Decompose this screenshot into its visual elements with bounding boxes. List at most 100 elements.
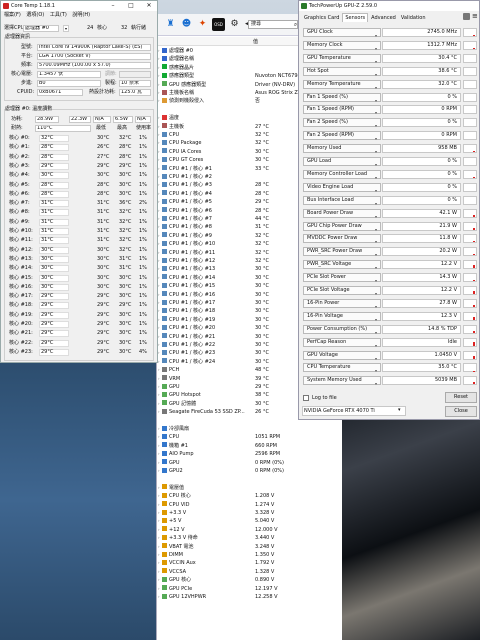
sensor-row[interactable]: › CPU VID 1.274 V [158,501,340,509]
sensor-row[interactable]: › GPU 0 RPM (0%) [158,459,340,467]
chevron-down-icon[interactable]: ▾ [375,83,377,93]
menu-options[interactable]: 選項(O) [26,12,44,18]
sensor-row[interactable]: › 機箱 #1 660 RPM [158,442,340,450]
gpuz-sensor-name[interactable]: PWR_SRC Voltage [303,260,381,270]
chevron-down-icon[interactable]: ▾ [375,328,377,338]
menu-file[interactable]: 檔案(F) [4,12,21,18]
cpu-select[interactable]: 處理器 #0 [23,25,59,32]
sensor-row[interactable]: › +3.3 V 3.328 V [158,509,340,517]
sensor-row[interactable]: › AIO Pump 2596 RPM [158,450,340,458]
sensor-row[interactable] [158,475,340,483]
gpuz-sensor-name[interactable]: Memory Temperature [303,79,381,89]
sensor-row[interactable]: › 電壓值 [158,484,340,492]
tab-validation[interactable]: Validation [399,14,428,22]
sensor-row[interactable]: › CPU 核心 1.208 V [158,492,340,500]
close-icon[interactable]: ✕ [141,1,157,11]
sensor-row[interactable]: › +12 V 12.000 V [158,526,340,534]
chevron-down-icon[interactable]: ▾ [375,379,377,389]
gpuz-sensor-name[interactable]: Fan 1 Speed (%) [303,92,381,102]
reset-button[interactable]: Reset [445,392,477,403]
chevron-down-icon[interactable]: ▾ [375,289,377,299]
gpuz-sensor-name[interactable]: Memory Used [303,144,381,154]
chevron-down-icon[interactable]: ▾ [375,199,377,209]
gpuz-sensor-name[interactable]: Board Power Draw [303,208,381,218]
gpuz-sensor-name[interactable]: System Memory Used [303,376,381,386]
maximize-icon[interactable]: □ [123,1,139,11]
chevron-down-icon[interactable]: ▾ [375,302,377,312]
gear-icon[interactable]: ⚙ [228,18,241,31]
chevron-down-icon[interactable]: ▾ [375,212,377,222]
chevron-down-icon[interactable]: ▾ [375,341,377,351]
menu-help[interactable]: 說明(H) [72,12,90,18]
chevron-down-icon[interactable]: ▾ [398,407,401,413]
log-to-file-checkbox[interactable] [303,395,309,401]
gpuz-sensor-name[interactable]: Memory Controller Load [303,169,381,179]
gpuz-sensor-name[interactable]: GPU Load [303,157,381,166]
sensor-row[interactable]: › VBAT 電池 3.248 V [158,543,340,551]
minimize-icon[interactable]: – [105,1,121,11]
gpuz-sensor-name[interactable]: PerfCap Reason [303,337,381,347]
chevron-down-icon[interactable]: ▾ [375,276,377,286]
tab-graphics-card[interactable]: Graphics Card [302,14,341,22]
menu-tools[interactable]: 工具(T) [50,12,67,18]
gpu-select[interactable]: NVIDIA GeForce RTX 4070 Ti [302,406,406,416]
chevron-down-icon[interactable]: ▾ [375,173,377,183]
chevron-down-icon[interactable]: ▾ [375,31,377,41]
chevron-down-icon[interactable]: ▾ [375,225,377,235]
chevron-down-icon[interactable]: ▾ [375,44,377,54]
osd-icon[interactable]: OSD [212,18,225,31]
gpuz-sensor-name[interactable]: PCIe Slot Voltage [303,286,381,295]
chevron-down-icon[interactable]: ▾ [375,366,377,376]
chevron-down-icon[interactable]: ▾ [375,121,377,131]
tab-sensors[interactable]: Sensors [342,13,369,22]
chevron-down-icon[interactable]: ▾ [375,70,377,80]
gpuz-sensor-name[interactable]: GPU Chip Power Draw [303,221,381,231]
gpuz-sensor-name[interactable]: PWR_SRC Power Draw [303,247,381,257]
chevron-down-icon[interactable]: ▾ [375,186,377,196]
gpuz-sensor-name[interactable]: Video Engine Load [303,182,381,192]
chevron-down-icon[interactable]: ▾ [375,108,377,118]
gpuz-sensor-name[interactable]: Fan 2 Speed (%) [303,118,381,128]
sensor-row[interactable]: › CPU 1051 RPM [158,433,340,441]
gpuz-sensor-name[interactable]: Fan 1 Speed (RPM) [303,105,381,115]
sensor-row[interactable]: › VCCSA 1.328 V [158,568,340,576]
chevron-down-icon[interactable]: ▾ [375,315,377,325]
gpuz-sensor-name[interactable]: Fan 2 Speed (RPM) [303,131,381,141]
tab-advanced[interactable]: Advanced [369,14,398,22]
chevron-down-icon[interactable]: ▾ [375,354,377,364]
gpuz-sensor-name[interactable]: Memory Clock [303,40,381,50]
gpuz-sensor-name[interactable]: GPU Voltage [303,350,381,360]
gpuz-sensor-name[interactable]: CPU Temperature [303,363,381,373]
chevron-down-icon[interactable]: ▾ [375,263,377,273]
close-button[interactable]: Close [445,406,477,417]
gpuz-sensor-name[interactable]: Hot Spot [303,66,381,76]
gpuz-sensor-name[interactable]: GPU Temperature [303,53,381,63]
gpuz-sensor-name[interactable]: GPU Clock [303,28,381,37]
menu-icon[interactable]: ≡ [472,13,478,20]
gpuz-sensor-name[interactable]: 16-Pin Power [303,298,381,308]
chevron-down-icon[interactable]: ▾ [375,57,377,67]
sensor-row[interactable]: › DIMM 1.350 V [158,551,340,559]
sensor-row[interactable]: › GPU 12VHPWR 12.258 V [158,593,340,601]
gpuz-sensor-name[interactable]: Bus Interface Load [303,195,381,205]
gpuz-sensor-name[interactable]: 16-Pin Voltage [303,311,381,321]
gpuz-sensor-name[interactable]: PCIe Slot Power [303,273,381,283]
chevron-down-icon[interactable]: ▾ [375,96,377,106]
camera-icon[interactable] [463,13,470,20]
sensor-row[interactable]: › GPU 核心 0.890 V [158,576,340,584]
gpuz-sensor-name[interactable]: Power Consumption (%) [303,324,381,334]
chevron-down-icon[interactable]: ▾ [63,25,69,32]
chevron-down-icon[interactable]: ▾ [375,237,377,247]
gpuz-sensor-name[interactable]: MVDDC Power Draw [303,234,381,244]
network-icon[interactable]: ♜ [164,18,177,31]
sensor-row[interactable]: › +5 V 5.040 V [158,517,340,525]
chevron-down-icon[interactable]: ▾ [375,147,377,157]
sensor-row[interactable]: › GPU PCIe 12.197 V [158,585,340,593]
chevron-down-icon[interactable]: ▾ [375,250,377,260]
sensor-row[interactable]: › 冷卻風扇 [158,425,340,433]
person-icon[interactable]: ☻ [180,18,193,31]
fire-icon[interactable]: ✦ [196,18,209,31]
chevron-down-icon[interactable]: ▾ [375,134,377,144]
sensor-row[interactable]: › GPU2 0 RPM (0%) [158,467,340,475]
sensor-row[interactable]: › +3.3 V 待命 3.440 V [158,534,340,542]
